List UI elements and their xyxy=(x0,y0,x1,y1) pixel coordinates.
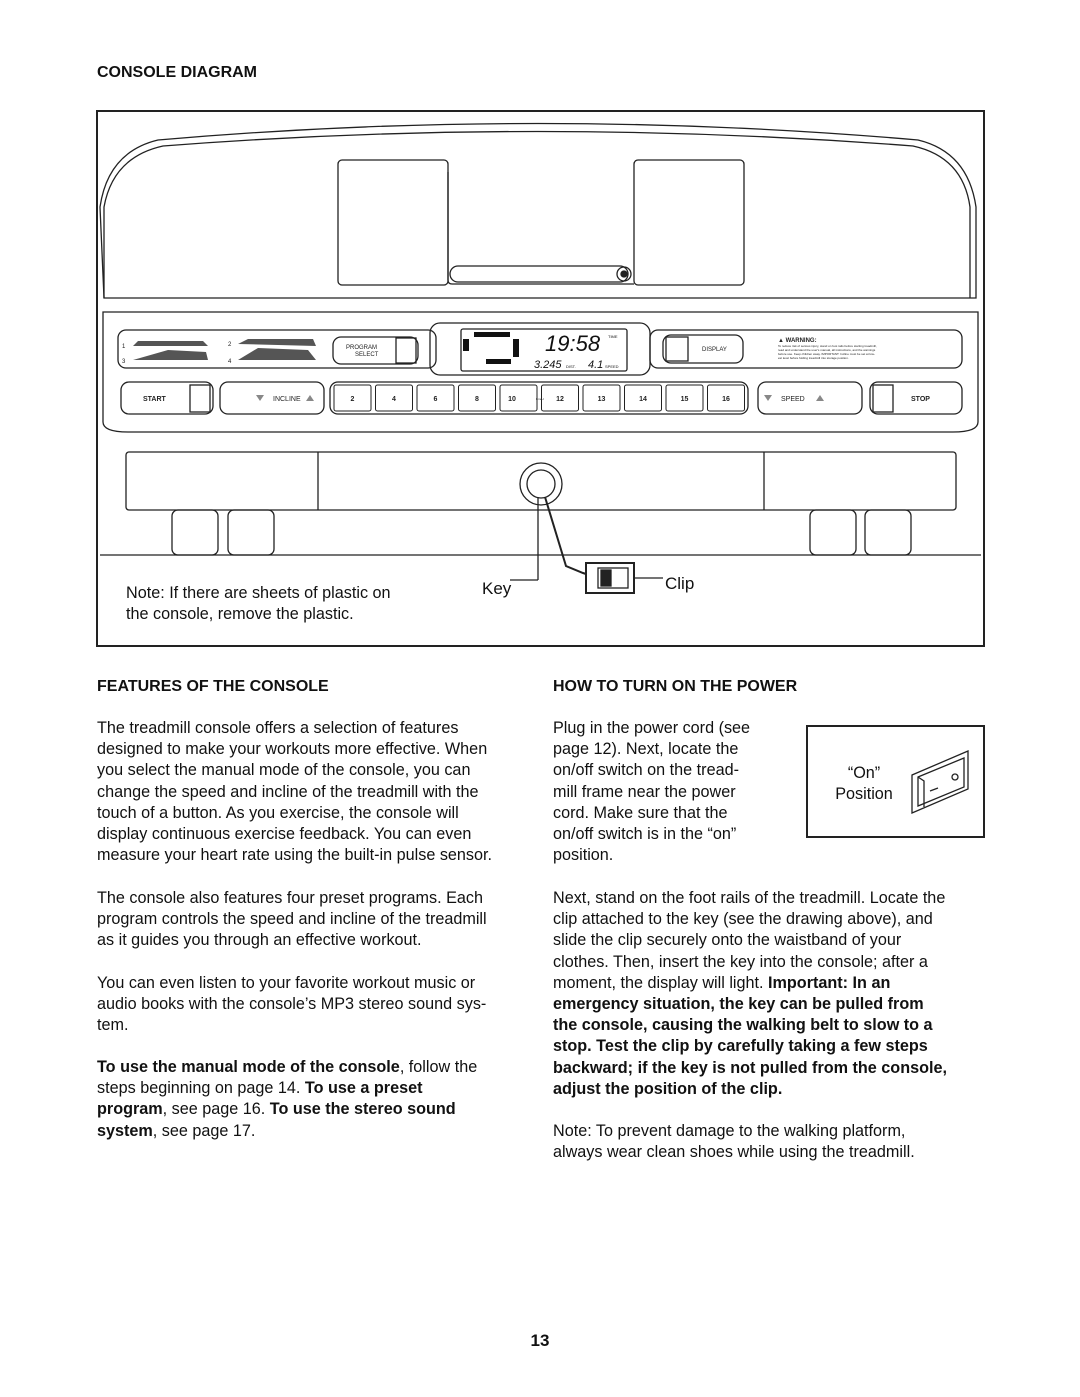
speed-key-label[interactable]: 4 xyxy=(392,396,396,403)
profile-4-label: 4 xyxy=(228,359,232,365)
distance-label: DIST. xyxy=(566,364,576,369)
incline-label[interactable]: INCLINE xyxy=(273,396,301,403)
speed-key-label[interactable]: 15 xyxy=(681,396,689,403)
incline-down-icon xyxy=(256,395,264,401)
pulse-grip-right-2 xyxy=(864,509,912,556)
profile-1-label: 1 xyxy=(122,344,126,350)
console-top-housing xyxy=(99,122,977,299)
power-heading: HOW TO TURN ON THE POWER xyxy=(553,678,798,695)
select-label[interactable]: SELECT xyxy=(355,352,379,358)
speed-key-label[interactable]: 8 xyxy=(475,396,479,403)
speed-key-label[interactable]: 16 xyxy=(722,396,730,403)
on-switch-illustration: “On” Position xyxy=(806,725,985,838)
power-switch-icon xyxy=(911,750,969,814)
start-button xyxy=(120,381,214,415)
speed-label: SPEED xyxy=(605,364,619,369)
speed-readout: 4.1 xyxy=(588,359,603,371)
time-label: TIME xyxy=(608,334,618,339)
profile-2-label: 2 xyxy=(228,342,232,348)
speed-buttons xyxy=(757,381,863,415)
distance-readout: 3.245 xyxy=(534,359,562,371)
console-diagram: 1 2 3 4 PROGRAM SELECT DISPLAY ▲ WARNING… xyxy=(96,110,985,647)
speed-down-icon xyxy=(764,395,772,401)
mp3-slot xyxy=(449,265,629,283)
display-button-label[interactable]: DISPLAY xyxy=(702,347,727,353)
on-position-label: “On” Position xyxy=(835,764,893,804)
key-label: Key xyxy=(482,579,512,598)
features-paragraph-2: The console also features four preset pr… xyxy=(97,889,487,950)
plastic-note: Note: If there are sheets of plastic on t… xyxy=(126,584,391,623)
pulse-grip-left-2 xyxy=(227,509,275,556)
pulse-grip-left-1 xyxy=(171,509,219,556)
features-heading: FEATURES OF THE CONSOLE xyxy=(97,678,329,695)
speed-key-label[interactable]: 10 xyxy=(508,396,516,403)
clip-label: Clip xyxy=(665,574,695,593)
speed-up-icon xyxy=(816,395,824,401)
power-paragraph-1: Plug in the power cord (see page 12). Nex… xyxy=(553,719,751,865)
console-diagram-heading: CONSOLE DIAGRAM xyxy=(97,64,257,81)
profile-3-label: 3 xyxy=(122,359,126,365)
start-label[interactable]: START xyxy=(143,396,167,403)
handrail-bar xyxy=(125,451,957,511)
power-paragraph-2: Next, stand on the foot rails of the tre… xyxy=(553,889,947,1098)
speed-key-label[interactable]: 14 xyxy=(639,396,647,403)
features-paragraph-1: The treadmill console offers a selection… xyxy=(97,719,493,865)
speed-key-label[interactable]: 2 xyxy=(351,396,355,403)
right-speaker-grille xyxy=(633,159,745,286)
power-note: Note: To prevent damage to the walking p… xyxy=(553,1122,915,1162)
speed-key-label[interactable]: 13 xyxy=(598,396,606,403)
key-slot xyxy=(519,462,563,506)
key-cord xyxy=(544,496,587,575)
left-speaker-grille xyxy=(337,159,449,286)
features-paragraph-3: You can even listen to your favorite wor… xyxy=(97,974,487,1035)
warning-line: est level before folding treadmill into … xyxy=(778,356,849,360)
speed-key-label[interactable]: 12 xyxy=(556,396,564,403)
features-paragraph-4: To use the manual mode of the console, f… xyxy=(97,1058,478,1140)
console-drawing: 1 2 3 4 PROGRAM SELECT DISPLAY ▲ WARNING… xyxy=(99,122,981,594)
time-readout: 19:58 xyxy=(545,331,601,356)
speed-key-button[interactable] xyxy=(499,384,538,412)
speed-label[interactable]: SPEED xyxy=(781,396,805,403)
program-label[interactable]: PROGRAM xyxy=(346,345,377,351)
speed-key-label[interactable]: 6 xyxy=(434,396,438,403)
pulse-grip-right-1 xyxy=(809,509,857,556)
stop-label[interactable]: STOP xyxy=(911,396,930,403)
page-number: 13 xyxy=(530,1331,550,1350)
incline-up-icon xyxy=(306,395,314,401)
